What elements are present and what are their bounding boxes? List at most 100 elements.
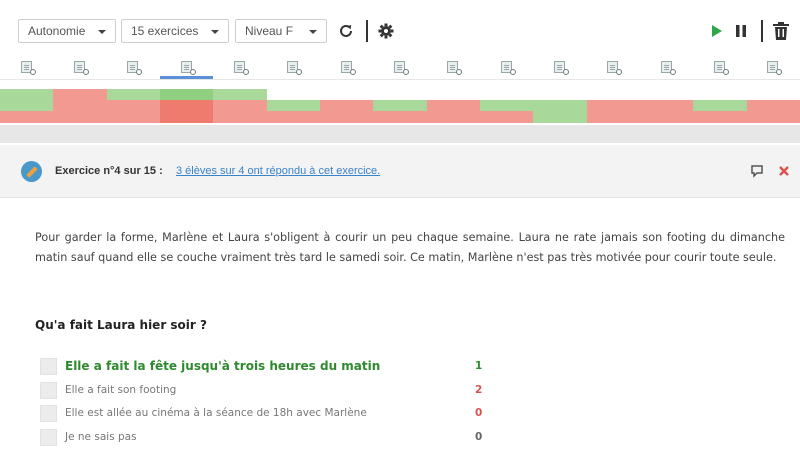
chevron-down-icon	[309, 30, 317, 34]
answer-label: Elle est allée au cinéma à la séance de …	[65, 407, 367, 419]
exercise-preview-icon[interactable]	[660, 61, 676, 75]
exercise-preview-icon[interactable]	[714, 61, 729, 75]
student-result-cell[interactable]	[640, 111, 694, 123]
student-result-cell[interactable]	[746, 89, 800, 100]
exercise-preview-icon[interactable]	[607, 61, 623, 75]
student-result-cell[interactable]	[746, 100, 800, 111]
student-result-cell[interactable]	[426, 111, 481, 123]
student-result-cell[interactable]	[160, 100, 214, 111]
student-result-cell[interactable]	[480, 111, 534, 123]
student-result-cell[interactable]	[53, 89, 108, 100]
student-result-cell[interactable]	[693, 111, 748, 123]
toolbar-divider	[366, 20, 368, 42]
chevron-down-icon	[98, 30, 106, 34]
student-result-cell[interactable]	[426, 89, 481, 100]
responses-link[interactable]: 3 élèves sur 4 ont répondu à cet exercic…	[176, 165, 380, 177]
student-result-cell[interactable]	[533, 111, 588, 123]
answer-count: 0	[475, 431, 483, 443]
refresh-icon[interactable]	[335, 19, 357, 43]
active-exercise-indicator	[160, 76, 214, 79]
answer-checkbox[interactable]	[40, 382, 57, 399]
exercise-preview-icon[interactable]	[20, 61, 36, 75]
student-result-cell[interactable]	[586, 111, 641, 123]
student-result-cell[interactable]	[320, 89, 374, 100]
exercise-preview-icon[interactable]	[74, 61, 89, 75]
exercise-title: Exercice n°4 sur 15	[55, 165, 157, 177]
student-result-cell[interactable]	[533, 89, 588, 100]
play-icon[interactable]	[709, 19, 725, 43]
exercise-preview-icon[interactable]	[340, 61, 356, 75]
student-result-cell[interactable]	[106, 89, 161, 100]
answer-label: Elle a fait la fête jusqu'à trois heures…	[65, 359, 381, 373]
student-result-cell[interactable]	[480, 89, 534, 100]
student-result-cell[interactable]	[213, 89, 268, 100]
student-result-cell[interactable]	[53, 111, 108, 123]
exercise-grid	[0, 56, 800, 145]
student-result-cell[interactable]	[0, 111, 54, 123]
answer-label: Je ne sais pas	[65, 431, 137, 443]
exercise-title-line: Exercice n°4 sur 15 :	[55, 165, 163, 177]
exercise-count-select[interactable]: 15 exercices	[121, 19, 229, 43]
exercise-preview-icon[interactable]	[127, 61, 143, 75]
answer-checkbox[interactable]	[40, 429, 57, 446]
student-result-cell[interactable]	[0, 89, 54, 100]
exercise-preview-icon[interactable]	[447, 61, 463, 75]
student-result-cell[interactable]	[106, 111, 161, 123]
student-result-cell[interactable]	[480, 100, 534, 111]
student-result-cell[interactable]	[106, 100, 161, 111]
student-result-cell[interactable]	[693, 89, 748, 100]
exercise-preview-icon[interactable]	[394, 61, 409, 75]
toolbar-divider	[761, 20, 763, 42]
title-separator: :	[156, 165, 163, 177]
exercise-count-select-value: 15 exercices	[131, 24, 199, 38]
exercise-preview-icon[interactable]	[554, 61, 569, 75]
student-result-cell[interactable]	[160, 111, 214, 123]
student-result-cell[interactable]	[53, 100, 108, 111]
answer-label: Elle a fait son footing	[65, 384, 177, 396]
student-result-cell[interactable]	[746, 111, 800, 123]
student-result-cell[interactable]	[640, 89, 694, 100]
student-result-cell[interactable]	[373, 100, 428, 111]
student-result-cell[interactable]	[693, 100, 748, 111]
mode-select-value: Autonomie	[28, 24, 86, 38]
exercise-preview-icon[interactable]	[767, 61, 783, 75]
trash-icon[interactable]	[771, 19, 791, 43]
answer-count: 0	[475, 407, 483, 419]
toolbar: Autonomie 15 exercices Niveau F	[0, 0, 800, 56]
student-result-cell[interactable]	[373, 111, 428, 123]
student-result-cell[interactable]	[266, 89, 321, 100]
comment-icon[interactable]	[750, 161, 764, 184]
level-select-value: Niveau F	[245, 24, 294, 38]
student-result-cell[interactable]	[373, 89, 428, 100]
mode-select[interactable]: Autonomie	[18, 19, 116, 43]
exercise-header: Exercice n°4 sur 15 : 3 élèves sur 4 ont…	[0, 145, 800, 198]
student-result-cell[interactable]	[160, 89, 214, 100]
student-result-cell[interactable]	[426, 100, 481, 111]
answer-count: 1	[475, 360, 483, 372]
student-result-cell[interactable]	[213, 111, 268, 123]
student-result-cell[interactable]	[0, 100, 54, 111]
student-result-cell[interactable]	[266, 100, 321, 111]
student-result-cell[interactable]	[533, 100, 588, 111]
pause-icon[interactable]	[733, 19, 749, 43]
student-result-cell[interactable]	[640, 100, 694, 111]
answer-checkbox[interactable]	[40, 405, 57, 422]
chevron-down-icon	[211, 30, 219, 34]
gear-icon[interactable]	[375, 19, 397, 43]
student-result-cell[interactable]	[586, 89, 641, 100]
level-select[interactable]: Niveau F	[235, 19, 327, 43]
student-result-cell[interactable]	[320, 100, 374, 111]
exercise-preview-icon[interactable]	[234, 61, 249, 75]
exercise-icons-row	[0, 56, 800, 80]
answer-checkbox[interactable]	[40, 358, 57, 375]
exercise-preview-icon[interactable]	[180, 61, 196, 75]
student-result-cell[interactable]	[586, 100, 641, 111]
student-result-cell[interactable]	[320, 111, 374, 123]
exercise-preview-icon[interactable]	[287, 61, 303, 75]
exercise-preview-icon[interactable]	[500, 61, 516, 75]
question-title: Qu'a fait Laura hier soir ?	[35, 318, 207, 332]
student-result-cell[interactable]	[266, 111, 321, 123]
close-icon[interactable]	[778, 161, 790, 183]
student-result-cell[interactable]	[213, 100, 268, 111]
grid-footer-bar	[0, 125, 800, 143]
